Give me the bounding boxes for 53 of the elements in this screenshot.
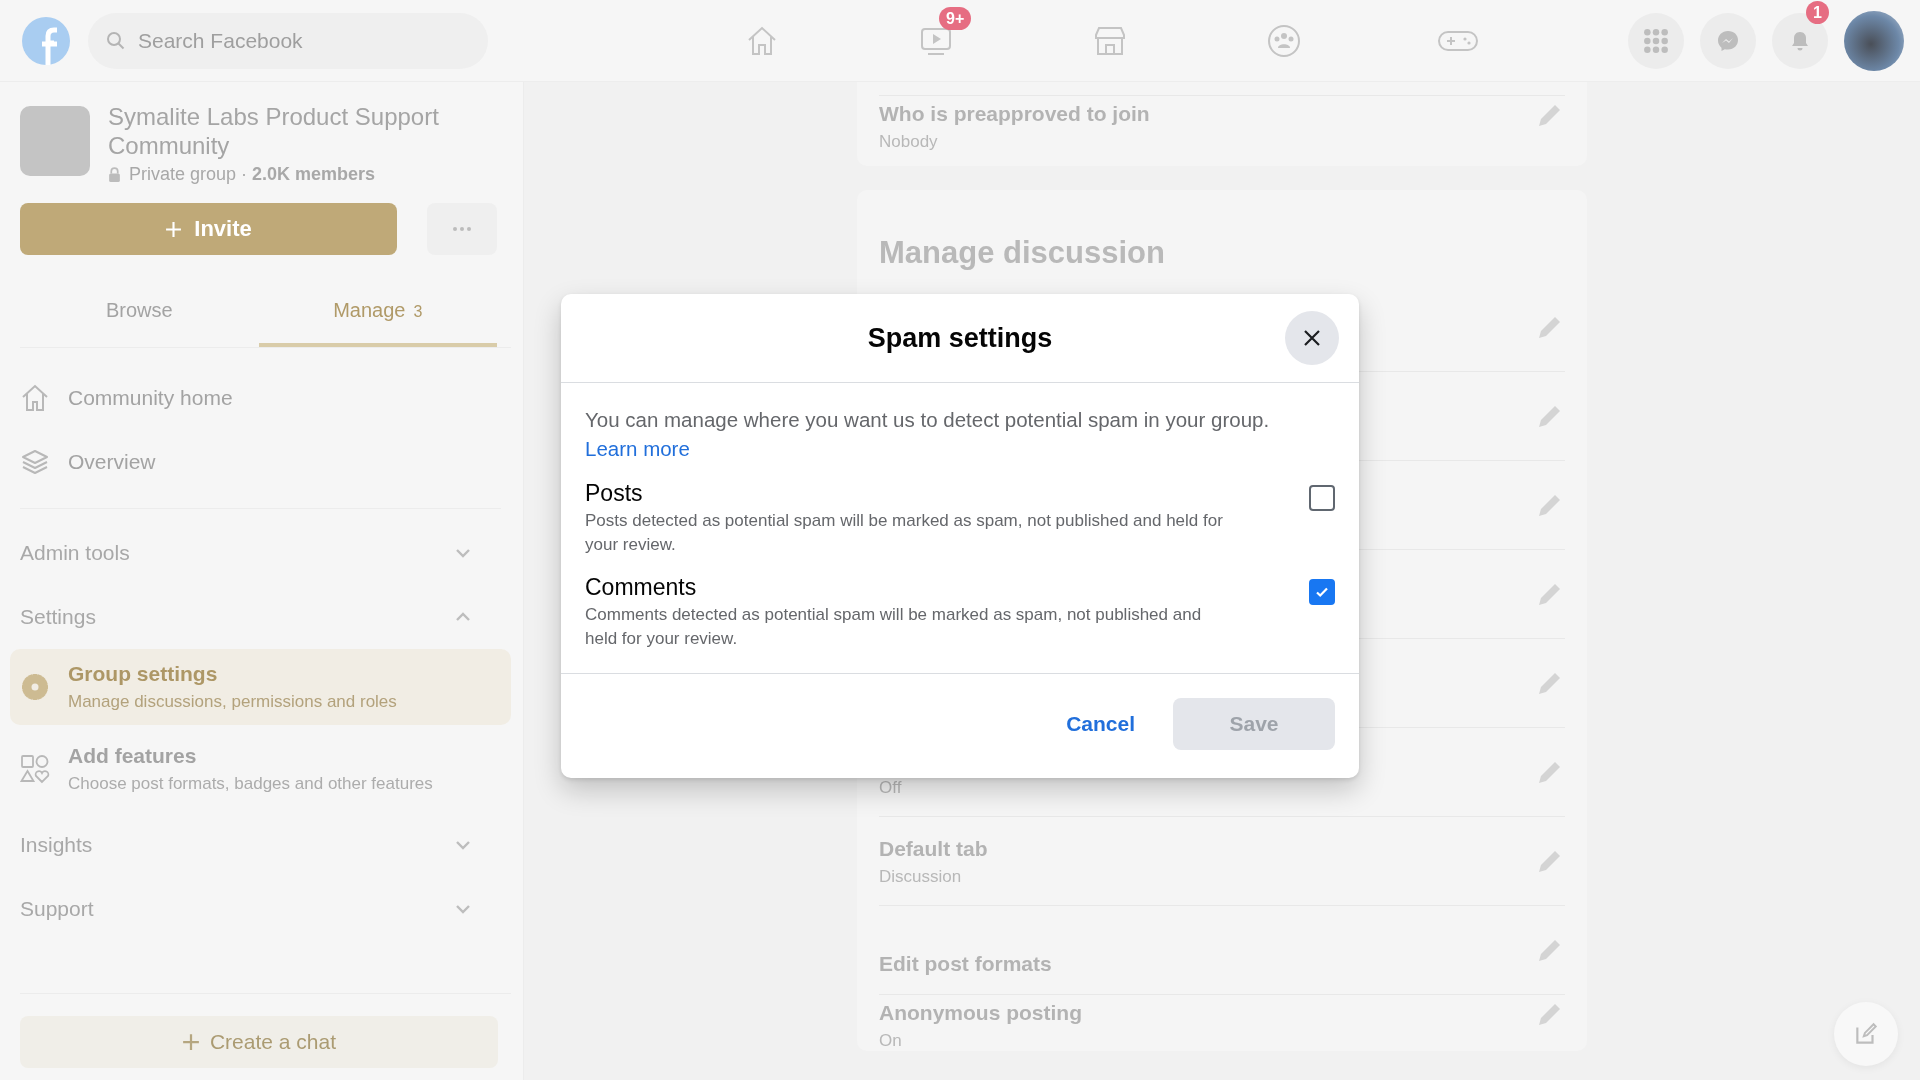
setting-value: Off [879, 778, 902, 798]
setting-name: Default tab [879, 837, 988, 861]
checkbox[interactable] [1309, 579, 1335, 605]
cancel-button[interactable]: Cancel [1056, 700, 1145, 748]
setting-value: Nobody [879, 132, 939, 152]
setting-value: Discussion [879, 867, 963, 887]
option-description: Comments detected as potential spam will be marked as spam, not published and held for your review. [585, 604, 1203, 650]
section-header[interactable]: Admin tools [20, 521, 511, 585]
option-title: Posts [585, 479, 644, 508]
layers-icon [20, 447, 50, 477]
section-title: Manage discussion [879, 234, 1166, 272]
group-info: Private group · 2.0K members [129, 164, 376, 185]
notification-badge: 1 [1806, 0, 1829, 24]
setting-value: On [879, 1031, 903, 1051]
logo-icon[interactable] [22, 16, 70, 65]
home-icon [20, 383, 50, 413]
close-icon [1302, 328, 1322, 348]
plus-icon [181, 1033, 200, 1051]
close-button[interactable] [1285, 311, 1339, 365]
sidebar-item[interactable]: Add features Choose post formats, badges and other features [10, 731, 511, 807]
notification-badge: 9+ [939, 6, 972, 30]
search-field[interactable]: Search Facebook [88, 12, 488, 69]
more-button[interactable] [427, 203, 497, 255]
checkbox[interactable] [1309, 485, 1335, 511]
section-header[interactable]: Support [20, 877, 511, 941]
create-chat-button[interactable]: Create a chat [20, 1016, 498, 1068]
setting-name: Who is preapproved to join [879, 102, 1150, 126]
invite-button[interactable]: Invite [20, 203, 397, 255]
sidebar-item[interactable]: Overview [20, 430, 487, 494]
group-name[interactable]: Symalite Labs Product Support Community [108, 102, 511, 160]
option-title: Comments [585, 573, 698, 602]
sidebar-item[interactable]: Community home [20, 366, 487, 430]
sidebar-item[interactable]: Group settings Manage discussions, permissions and roles [10, 649, 511, 725]
edit-icon [1853, 1021, 1879, 1047]
intro-text: You can manage where you want us to detect potential spam in your group. [585, 407, 1270, 433]
section-header[interactable]: Insights [20, 813, 511, 877]
plus-icon [165, 220, 183, 238]
shapes-icon [20, 754, 50, 784]
tab[interactable]: Browse [20, 277, 259, 347]
more-icon [453, 227, 471, 231]
option-description: Posts detected as potential spam will be marked as spam, not published and held for your review. [585, 510, 1224, 556]
lock-icon [108, 167, 121, 182]
setting-name: Anonymous posting [879, 1001, 1082, 1025]
setting-name: Edit post formats [879, 952, 1052, 976]
tab[interactable]: Manage 3 [258, 277, 497, 347]
learn-more-link[interactable]: Learn more [585, 434, 690, 463]
section-header[interactable]: Settings [20, 585, 511, 649]
search-icon [106, 30, 126, 51]
menu-icon [1643, 27, 1669, 54]
dialog-title: Spam settings [867, 322, 1053, 354]
group-icon [1266, 22, 1302, 59]
group-photo [20, 106, 90, 176]
messenger-icon [1716, 28, 1740, 53]
